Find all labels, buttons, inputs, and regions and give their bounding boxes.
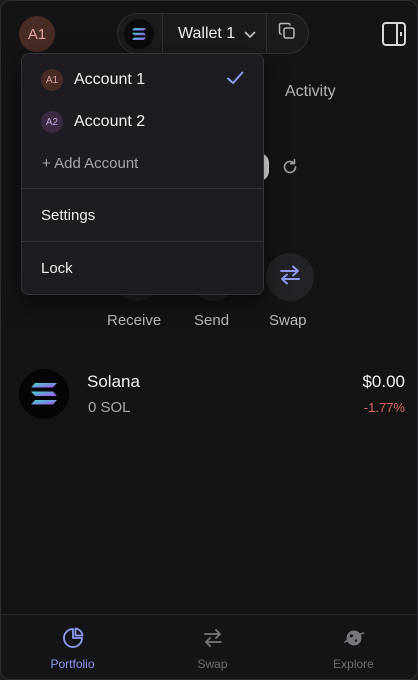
account-avatar: A2 — [41, 111, 63, 133]
account-dropdown-menu: A1 Account 1 A2 Account 2 + Add Account … — [21, 53, 264, 295]
side-panel-button[interactable] — [381, 21, 407, 47]
planet-icon — [343, 627, 365, 649]
token-row[interactable]: Solana 0 SOL $0.00 -1.77% — [19, 367, 409, 421]
wallet-name: Wallet 1 — [178, 24, 236, 42]
lock-menu-item[interactable]: Lock — [22, 242, 263, 294]
add-account-button[interactable]: + Add Account — [22, 152, 263, 174]
send-label: Send — [194, 312, 230, 329]
settings-label: Settings — [41, 206, 96, 224]
chevron-down-icon — [244, 26, 256, 44]
copy-icon — [278, 22, 296, 45]
account-label: Account 1 — [74, 71, 146, 88]
token-value: $0.00 — [362, 372, 405, 391]
nav-label: Explore — [333, 657, 374, 671]
account-option-1[interactable]: A1 Account 1 — [22, 68, 263, 92]
add-account-label: + Add Account — [42, 154, 139, 172]
account-label: Account 2 — [74, 113, 146, 130]
wallet-selector[interactable]: Wallet 1 — [117, 13, 309, 54]
nav-swap[interactable]: Swap — [143, 615, 282, 679]
nav-portfolio[interactable]: Portfolio — [3, 615, 142, 679]
bottom-nav: Portfolio Swap Explore — [1, 614, 417, 679]
lock-label: Lock — [41, 259, 73, 277]
swap-label: Swap — [269, 312, 307, 329]
token-amount: 0 SOL — [88, 399, 131, 416]
solana-token-icon — [19, 369, 69, 419]
app-window: A1 Wallet 1 Activity Receive Send Swap S… — [0, 0, 418, 680]
refresh-icon[interactable] — [280, 157, 300, 177]
side-panel-icon — [381, 22, 407, 51]
receive-label: Receive — [107, 312, 162, 329]
nav-explore[interactable]: Explore — [284, 615, 417, 679]
checkmark-icon — [225, 68, 245, 88]
account-avatar: A1 — [41, 69, 63, 91]
swap-arrows-icon — [202, 627, 224, 649]
nav-label: Swap — [197, 657, 228, 671]
solana-logo-icon — [124, 18, 154, 49]
token-name: Solana — [87, 372, 140, 391]
account-avatar-button[interactable]: A1 — [19, 16, 55, 52]
settings-menu-item[interactable]: Settings — [22, 189, 263, 241]
nav-label: Portfolio — [50, 657, 95, 671]
swap-arrows-icon — [278, 264, 302, 291]
swap-button[interactable] — [266, 253, 314, 301]
pie-chart-icon — [62, 627, 84, 649]
tab-activity[interactable]: Activity — [285, 83, 336, 101]
divider — [162, 13, 163, 54]
token-change: -1.77% — [363, 400, 405, 415]
account-option-2[interactable]: A2 Account 2 — [22, 110, 263, 134]
copy-address-button[interactable] — [267, 13, 307, 54]
